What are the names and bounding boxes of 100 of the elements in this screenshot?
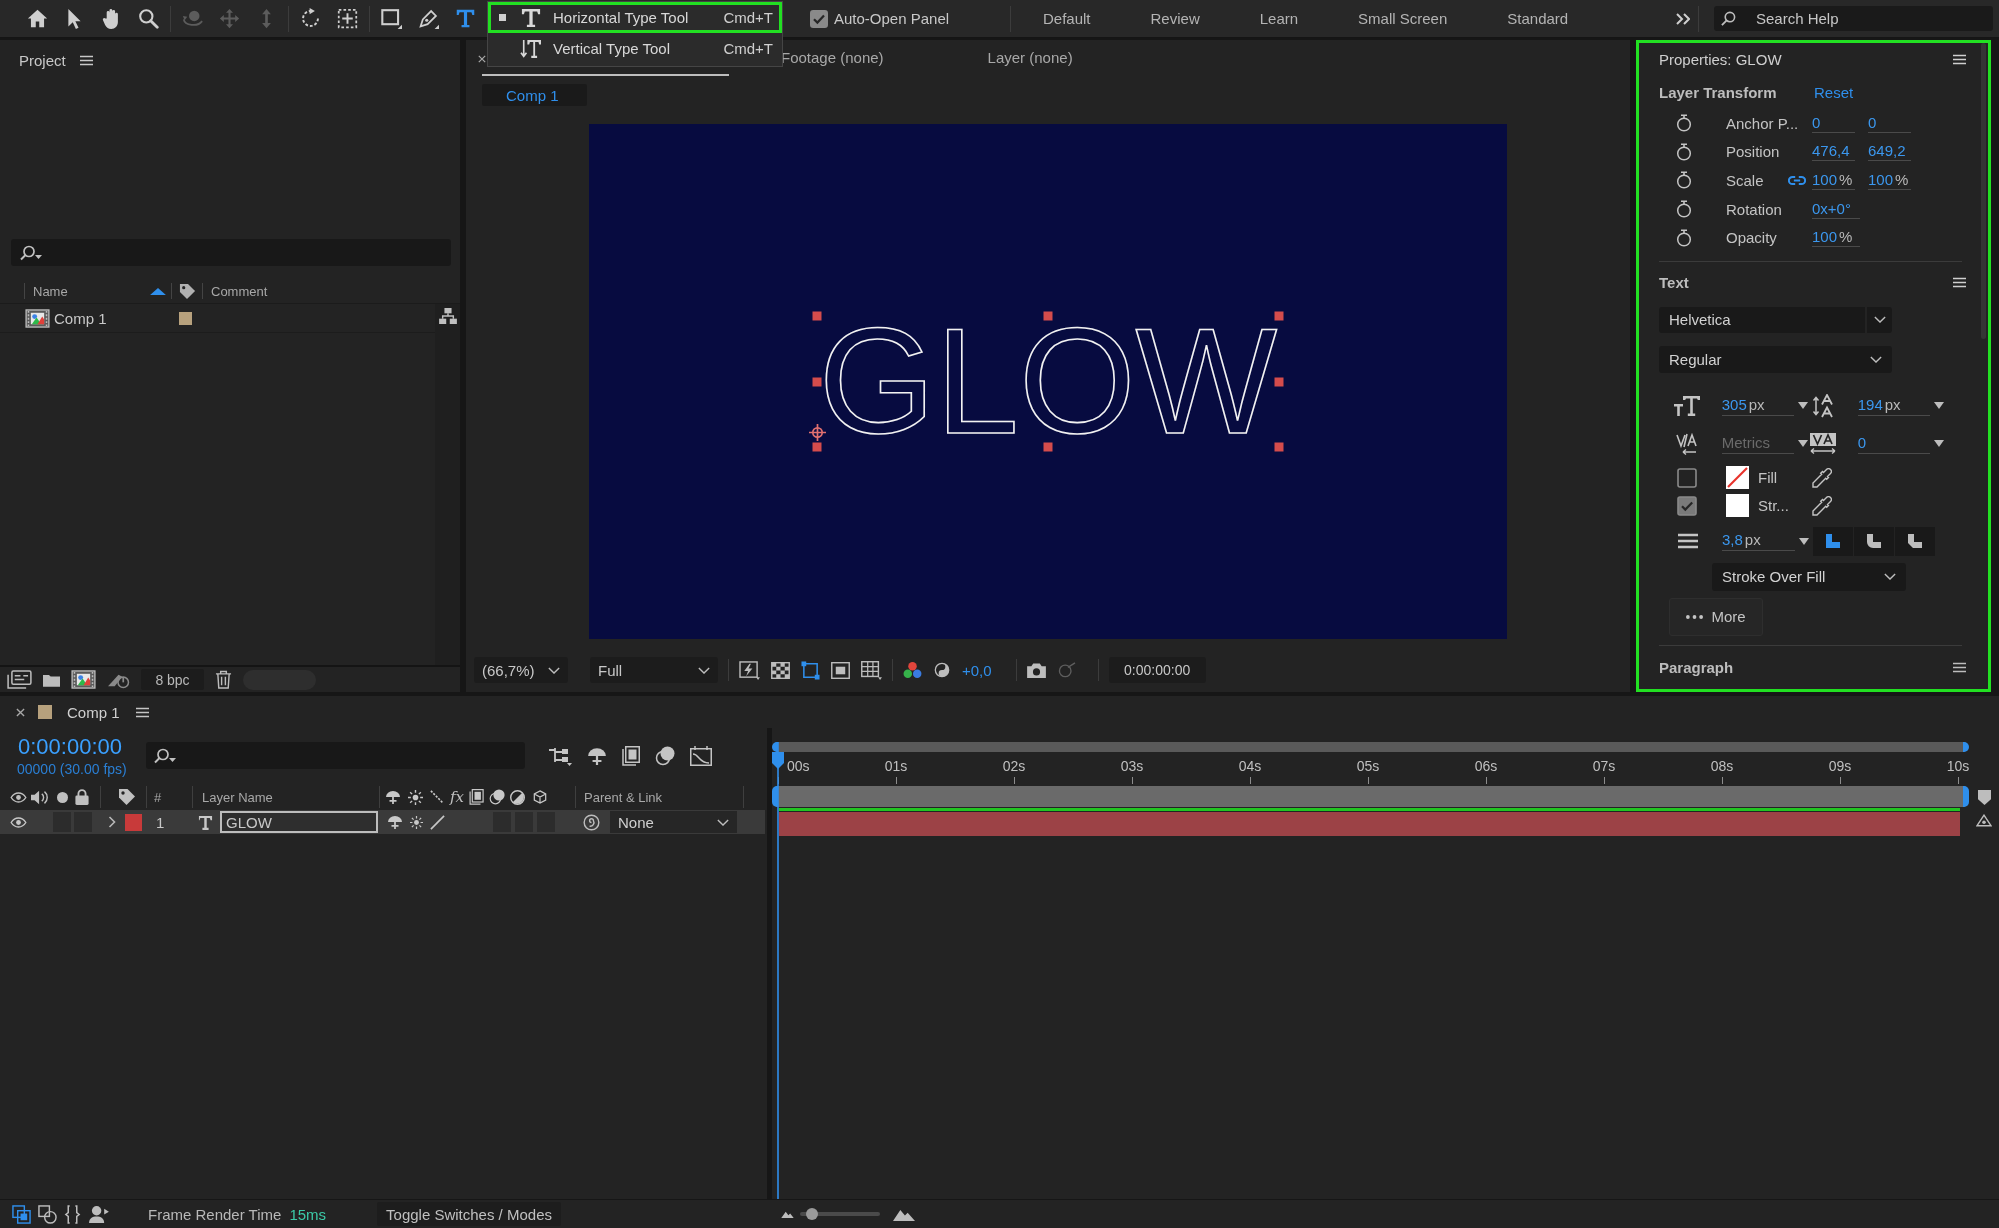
sort-ascending-icon[interactable] xyxy=(150,287,166,295)
selection-handle[interactable] xyxy=(812,442,822,452)
caret-down-icon[interactable] xyxy=(1798,440,1808,448)
caret-down-icon[interactable] xyxy=(1934,440,1944,448)
selection-handle[interactable] xyxy=(1274,442,1284,452)
small-mountain-icon[interactable] xyxy=(781,1210,794,1218)
workspace-tab[interactable]: Default xyxy=(1043,10,1091,27)
pen-icon[interactable] xyxy=(418,8,439,29)
exposure-value[interactable]: +0,0 xyxy=(962,661,992,679)
column-header[interactable]: # xyxy=(154,789,162,805)
scrollbar-thumb[interactable] xyxy=(1981,43,1986,339)
selection-handle[interactable] xyxy=(812,311,822,321)
value-field[interactable]: 649,2 xyxy=(1868,142,1911,162)
toggle-button[interactable]: Toggle Switches / Modes xyxy=(377,1202,561,1226)
flowchart-icon[interactable] xyxy=(438,308,457,324)
eyedropper-icon[interactable] xyxy=(1812,495,1832,516)
column-header[interactable]: Name xyxy=(25,283,68,299)
value-field[interactable]: 0 xyxy=(1868,113,1911,133)
chevron-right-icon[interactable] xyxy=(108,816,116,828)
tab[interactable]: Comp 1 xyxy=(67,703,120,721)
grid-icon[interactable] xyxy=(861,660,882,680)
search-field[interactable] xyxy=(146,742,525,769)
effects-label[interactable]: fx xyxy=(450,788,464,806)
stopwatch-icon[interactable] xyxy=(1676,142,1692,161)
column-header[interactable]: Parent & Link xyxy=(584,789,663,805)
parent-dropdown[interactable]: None xyxy=(610,811,737,833)
stacked-frames-icon[interactable] xyxy=(469,789,484,805)
workspace-tab[interactable]: Small Screen xyxy=(1358,10,1448,27)
caret-down-icon[interactable] xyxy=(1934,402,1944,410)
card-stack-icon[interactable] xyxy=(7,670,32,689)
breadcrumb-tab[interactable]: Comp 1 xyxy=(482,84,587,106)
list-row[interactable]: Comp 1 xyxy=(0,304,435,333)
mushroom-icon[interactable] xyxy=(385,790,401,804)
value-field[interactable]: 0 xyxy=(1812,113,1855,133)
overlapping-circles-icon[interactable] xyxy=(655,746,675,766)
selection-handle[interactable] xyxy=(1274,311,1284,321)
hierarchy-icon[interactable] xyxy=(548,746,572,766)
brackets-icon[interactable] xyxy=(64,1204,81,1224)
eye-icon[interactable] xyxy=(10,791,27,803)
swatch-icon[interactable] xyxy=(1726,494,1749,518)
menu-icon[interactable] xyxy=(135,706,149,718)
font-style-dropdown[interactable]: Regular xyxy=(1659,345,1892,373)
overlapping-shapes-icon[interactable] xyxy=(38,1204,57,1224)
type-icon[interactable] xyxy=(455,8,476,29)
menu-icon[interactable] xyxy=(1953,277,1966,289)
caret-down-icon[interactable] xyxy=(1798,402,1808,410)
dashed-frame-icon[interactable] xyxy=(337,8,358,29)
layer-name-field[interactable]: GLOW xyxy=(220,811,378,833)
value-field[interactable]: 0x+0° xyxy=(1812,199,1860,219)
value-field[interactable]: 0 xyxy=(1857,433,1930,454)
column-header[interactable]: Comment xyxy=(203,283,268,299)
search-field[interactable]: Search Help xyxy=(1714,6,1993,31)
magnifier-icon[interactable] xyxy=(138,8,159,29)
mushroom-icon[interactable] xyxy=(387,815,403,829)
value-field[interactable]: 100% xyxy=(1812,228,1860,248)
close-icon[interactable] xyxy=(16,707,25,717)
stacked-frames-icon[interactable] xyxy=(622,746,640,766)
overlapping-circles-icon[interactable] xyxy=(489,789,505,805)
folder-icon[interactable] xyxy=(43,672,60,687)
line-join-button[interactable] xyxy=(1895,526,1935,556)
menu-icon[interactable] xyxy=(1953,53,1966,65)
workspace-tab[interactable]: Review xyxy=(1150,10,1200,27)
column-header[interactable]: Layer Name xyxy=(202,789,273,805)
circle-line-icon[interactable] xyxy=(1057,662,1076,678)
font-dropdown[interactable]: Helvetica xyxy=(1659,306,1892,333)
color-dots-icon[interactable] xyxy=(903,662,922,678)
checkbox[interactable] xyxy=(1677,495,1697,516)
rotate-icon[interactable] xyxy=(300,8,321,29)
timecode-field[interactable]: 0:00:00:00 xyxy=(1108,657,1206,683)
link-icon[interactable] xyxy=(1788,175,1806,186)
selection-handle[interactable] xyxy=(1043,442,1053,452)
double-chevron-icon[interactable] xyxy=(1676,12,1690,25)
value-field[interactable]: 476,4 xyxy=(1812,142,1855,162)
value-field[interactable]: 3,8px xyxy=(1722,531,1795,552)
user-silhouette-icon[interactable] xyxy=(88,1205,109,1223)
timecode[interactable]: 0:00:00:00 xyxy=(18,734,146,760)
menu-icon[interactable] xyxy=(79,54,93,66)
stopwatch-icon[interactable] xyxy=(1676,228,1692,247)
close-icon[interactable] xyxy=(478,55,486,63)
dashed-slash-icon[interactable] xyxy=(430,790,444,804)
stopwatch-icon[interactable] xyxy=(1676,200,1692,219)
dot-icon[interactable] xyxy=(57,791,68,803)
line-join-button[interactable] xyxy=(1854,526,1894,556)
layer-row[interactable]: 1 GLOW None xyxy=(0,810,765,834)
camera-icon[interactable] xyxy=(1026,662,1046,678)
composition-icon[interactable] xyxy=(71,670,96,689)
value-field[interactable]: 305px xyxy=(1721,395,1794,416)
stacked-squares-icon[interactable] xyxy=(12,1204,31,1224)
resolution-dropdown[interactable]: Full xyxy=(590,657,718,683)
stopwatch-icon[interactable] xyxy=(1676,171,1692,190)
swatch-icon[interactable] xyxy=(179,311,192,325)
sun-icon[interactable] xyxy=(410,815,423,829)
playhead[interactable] xyxy=(772,742,784,1199)
home-icon[interactable] xyxy=(27,8,48,29)
trash-icon[interactable] xyxy=(215,670,232,689)
bit-depth-button[interactable]: 8 bpc xyxy=(141,669,204,690)
tab[interactable]: Layer (none) xyxy=(935,40,1125,76)
speaker-icon[interactable] xyxy=(31,789,49,805)
selection-handle[interactable] xyxy=(1043,311,1053,321)
no-color-swatch-icon[interactable] xyxy=(1726,466,1749,490)
